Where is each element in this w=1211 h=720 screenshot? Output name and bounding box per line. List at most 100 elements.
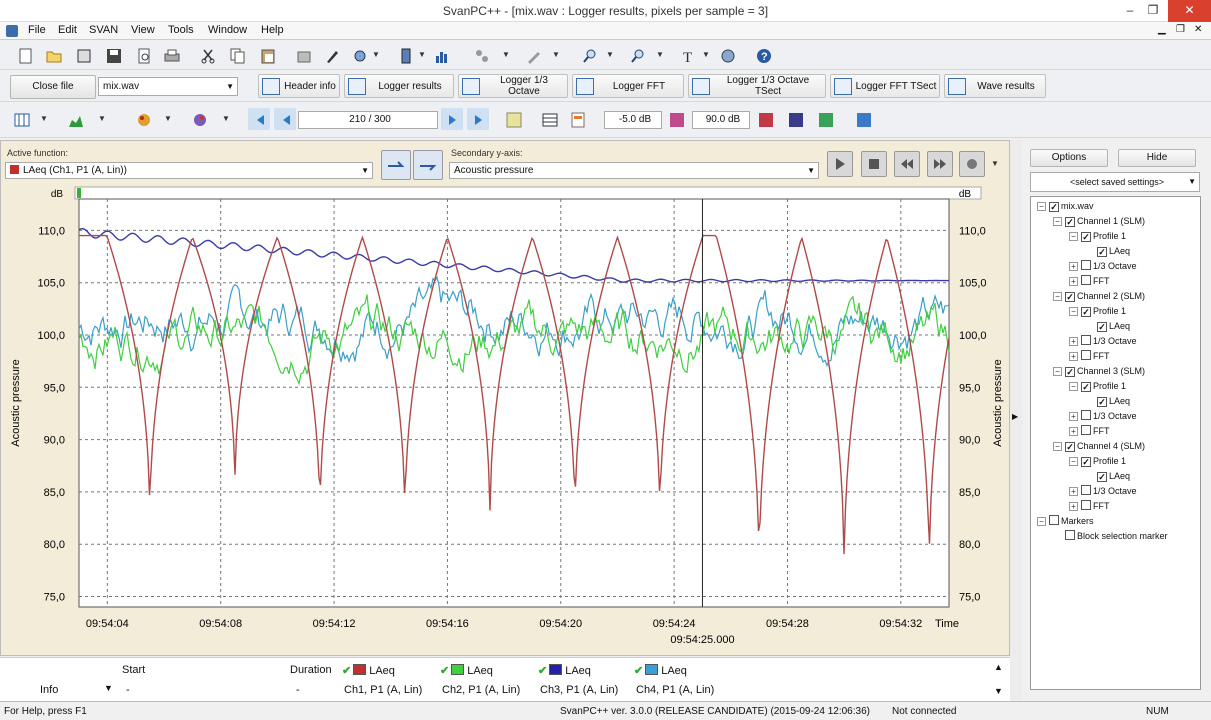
collapse-icon[interactable]: − (1053, 292, 1062, 301)
tree-node[interactable]: + FFT (1069, 424, 1110, 438)
tree-node[interactable]: − Markers (1037, 514, 1094, 528)
network-icon[interactable] (470, 44, 492, 66)
tree-checkbox[interactable]: ✓ (1065, 292, 1075, 302)
zoom-out-dropdown-icon[interactable]: ▼ (656, 44, 665, 66)
tree-checkbox[interactable]: ✓ (1097, 322, 1107, 332)
previous-record-icon[interactable] (274, 108, 296, 130)
expand-icon[interactable]: + (1069, 352, 1078, 361)
network-dropdown-icon[interactable]: ▼ (502, 44, 511, 66)
style-palette-icon[interactable] (188, 108, 210, 130)
tree-checkbox[interactable]: ✓ (1065, 442, 1075, 452)
collapse-icon[interactable]: − (1069, 457, 1078, 466)
playback-settings-icon[interactable] (959, 151, 985, 177)
series-color-swatch[interactable] (645, 664, 659, 675)
tree-node[interactable]: − ✓ Channel 2 (SLM) (1053, 289, 1145, 303)
tree-node[interactable]: Block selection marker (1053, 529, 1168, 543)
collapse-icon[interactable]: − (1037, 202, 1046, 211)
collapse-icon[interactable]: − (1069, 307, 1078, 316)
close-window-button[interactable]: ✕ (1168, 0, 1211, 22)
tree-node[interactable]: − ✓ Profile 1 (1069, 379, 1126, 393)
tree-node[interactable]: − ✓ mix.wav (1037, 199, 1094, 213)
tree-node[interactable]: +1/3 Octave (1069, 259, 1137, 273)
edit-tool-dropdown-icon[interactable]: ▼ (552, 44, 561, 66)
zoom-in-dropdown-icon[interactable]: ▼ (606, 44, 615, 66)
legend-scroll-up-icon[interactable]: ▲ (994, 662, 1003, 672)
legend-series-4[interactable]: ✔ LAeq (634, 664, 687, 677)
tab-logger-octave[interactable]: Logger 1/3 Octave (458, 74, 568, 98)
legend-series-2[interactable]: ✔ LAeq (440, 664, 493, 677)
zoom-out-icon[interactable] (626, 44, 648, 66)
tree-checkbox[interactable] (1065, 530, 1075, 540)
maximize-button[interactable]: ❐ (1140, 0, 1166, 22)
saved-settings-select[interactable]: <select saved settings> ▼ (1030, 172, 1200, 192)
tree-checkbox[interactable] (1081, 410, 1091, 420)
copy-icon[interactable] (226, 44, 248, 66)
save-icon[interactable] (102, 44, 124, 66)
tab-header-info[interactable]: Header info (258, 74, 340, 98)
visible-check-icon[interactable]: ✔ (538, 665, 547, 677)
visible-check-icon[interactable]: ✔ (440, 665, 449, 677)
tab-wave-results[interactable]: Wave results (944, 74, 1046, 98)
chart-settings-icon[interactable] (852, 108, 874, 130)
fast-forward-icon[interactable] (927, 151, 953, 177)
expand-icon[interactable]: + (1069, 427, 1078, 436)
collapse-icon[interactable]: − (1053, 217, 1062, 226)
collapse-icon[interactable]: − (1053, 442, 1062, 451)
bar-chart-icon[interactable] (430, 44, 452, 66)
menu-window[interactable]: Window (208, 24, 247, 36)
last-record-icon[interactable] (467, 108, 489, 130)
text-icon[interactable]: T (676, 44, 698, 66)
tree-node[interactable]: − ✓ Channel 3 (SLM) (1053, 364, 1145, 378)
next-record-icon[interactable] (441, 108, 463, 130)
tree-checkbox[interactable]: ✓ (1097, 247, 1107, 257)
table-icon[interactable] (538, 108, 560, 130)
print-icon[interactable] (160, 44, 182, 66)
tree-node[interactable]: +1/3 Octave (1069, 409, 1137, 423)
tree-checkbox[interactable] (1081, 425, 1091, 435)
tree-checkbox[interactable] (1081, 485, 1091, 495)
color-palette-icon[interactable] (132, 108, 154, 130)
close-file-button[interactable]: Close file (10, 75, 96, 99)
text-dropdown-icon[interactable]: ▼ (702, 44, 711, 66)
tree-checkbox[interactable] (1081, 260, 1091, 270)
scale-fit-icon[interactable] (784, 108, 806, 130)
splitter[interactable]: ▶ (1010, 140, 1022, 700)
stop-icon[interactable] (861, 151, 887, 177)
tree-checkbox[interactable]: ✓ (1081, 457, 1091, 467)
logger-chart[interactable]: 110,0 110,0 105,0 105,0 100,0 100,0 95,0 95,0 90… (1, 185, 1009, 655)
zoom-in-icon[interactable] (578, 44, 600, 66)
db-high-field[interactable]: 90.0 dB (692, 111, 750, 129)
play-icon[interactable] (827, 151, 853, 177)
tree-node[interactable]: + FFT (1069, 499, 1110, 513)
columns-icon[interactable] (10, 108, 32, 130)
tree-checkbox[interactable]: ✓ (1081, 232, 1091, 242)
mdi-restore-icon[interactable]: ❐ (1176, 24, 1185, 35)
menu-help[interactable]: Help (261, 24, 284, 36)
legend-series-1[interactable]: ✔ LAeq (342, 664, 395, 677)
series-color-swatch[interactable] (353, 664, 367, 675)
tab-logger-fft-tsect[interactable]: Logger FFT TSect (830, 74, 940, 98)
tree-node[interactable]: − ✓ Profile 1 (1069, 304, 1126, 318)
record-position-field[interactable]: 210 / 300 (298, 111, 438, 129)
tree-checkbox[interactable]: ✓ (1097, 472, 1107, 482)
options-button[interactable]: Options (1030, 149, 1108, 167)
tree-node[interactable]: − ✓ Channel 1 (SLM) (1053, 214, 1145, 228)
legend-scroll-down-icon[interactable]: ▼ (994, 686, 1003, 696)
menu-svan[interactable]: SVAN (89, 24, 118, 36)
collapse-icon[interactable]: − (1069, 232, 1078, 241)
scale-down-icon[interactable] (665, 108, 687, 130)
tree-node[interactable]: − ✓ Channel 4 (SLM) (1053, 439, 1145, 453)
mdi-minimize-icon[interactable]: ▁ (1158, 24, 1166, 35)
tree-checkbox[interactable]: ✓ (1081, 307, 1091, 317)
expand-icon[interactable]: + (1069, 502, 1078, 511)
tab-logger-octave-tsect[interactable]: Logger 1/3 Octave TSect (688, 74, 826, 98)
scale-up-icon[interactable] (754, 108, 776, 130)
expand-icon[interactable]: + (1069, 412, 1078, 421)
print-preview-icon[interactable] (132, 44, 154, 66)
secondary-axis-select[interactable]: Acoustic pressure ▼ (449, 162, 819, 179)
tree-node[interactable]: − ✓ Profile 1 (1069, 229, 1126, 243)
columns-dropdown-icon[interactable]: ▼ (40, 108, 49, 130)
expand-icon[interactable]: + (1069, 277, 1078, 286)
tree-node[interactable]: + FFT (1069, 349, 1110, 363)
mdi-close-icon[interactable]: ✕ (1194, 24, 1202, 35)
